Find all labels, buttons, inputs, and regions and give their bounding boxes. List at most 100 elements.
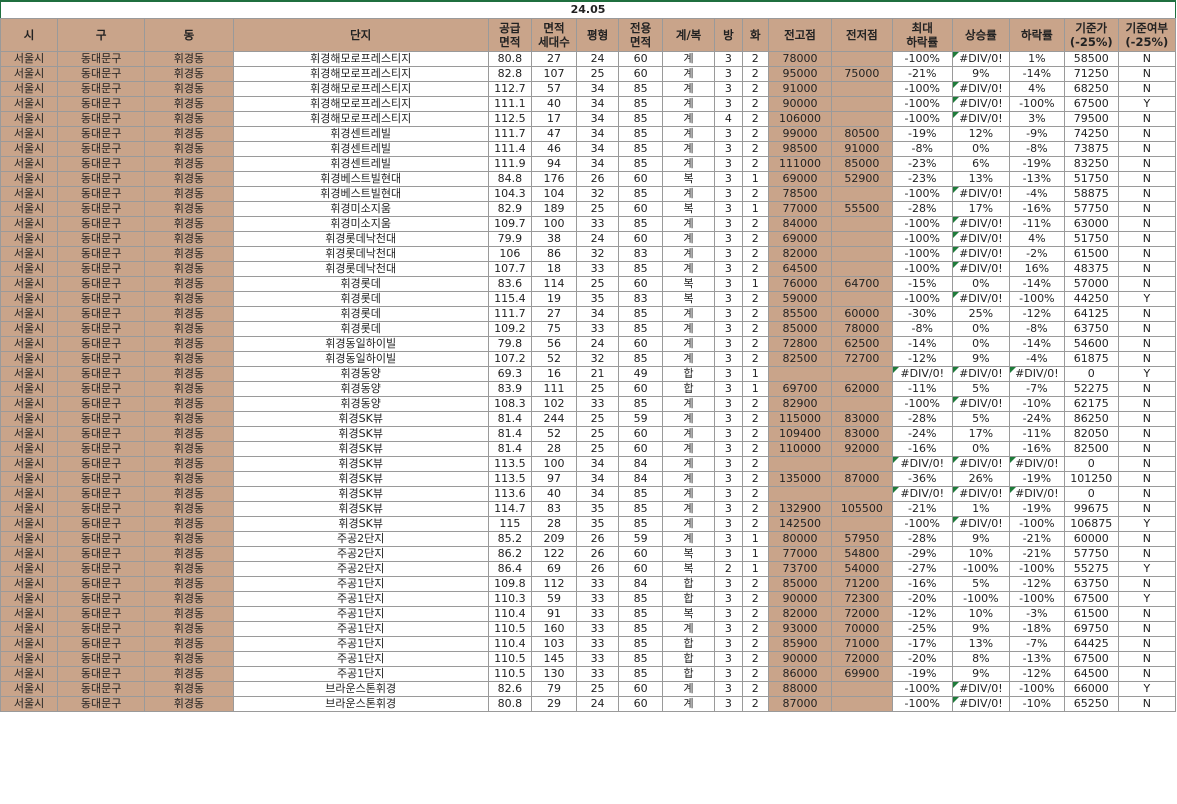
- table-cell[interactable]: 서울시: [0, 306, 59, 322]
- table-cell[interactable]: -13%: [1008, 171, 1065, 187]
- table-cell[interactable]: N: [1117, 156, 1177, 172]
- table-cell[interactable]: 휘경SK뷰: [232, 426, 489, 442]
- table-cell[interactable]: -14%: [891, 336, 953, 352]
- table-cell[interactable]: 98500: [767, 141, 833, 157]
- table-cell[interactable]: 계: [662, 261, 715, 277]
- sheet-title[interactable]: 24.05: [0, 0, 1176, 19]
- table-cell[interactable]: 106: [487, 246, 532, 262]
- table-cell[interactable]: 103: [530, 636, 578, 652]
- table-cell[interactable]: 서울시: [0, 156, 59, 172]
- table-cell[interactable]: [831, 456, 893, 472]
- table-cell[interactable]: 3: [713, 276, 743, 292]
- table-cell[interactable]: N: [1117, 546, 1177, 562]
- table-cell[interactable]: 0: [1063, 366, 1119, 382]
- table-cell[interactable]: [831, 51, 893, 67]
- table-cell[interactable]: -12%: [891, 606, 953, 622]
- table-cell[interactable]: 3: [713, 216, 743, 232]
- table-cell[interactable]: 서울시: [0, 636, 59, 652]
- table-cell[interactable]: N: [1117, 651, 1177, 667]
- table-cell[interactable]: 계: [662, 456, 715, 472]
- table-cell[interactable]: 111.7: [487, 306, 532, 322]
- table-cell[interactable]: -16%: [1008, 201, 1065, 217]
- table-cell[interactable]: -100%: [891, 51, 953, 67]
- table-cell[interactable]: 서울시: [0, 681, 59, 697]
- table-cell[interactable]: -100%: [891, 261, 953, 277]
- table-cell[interactable]: -100%: [951, 561, 1010, 577]
- table-cell[interactable]: 1%: [951, 501, 1010, 517]
- table-cell[interactable]: 휘경동: [144, 381, 234, 397]
- table-cell[interactable]: 54000: [831, 561, 893, 577]
- table-cell[interactable]: 67500: [1063, 651, 1119, 667]
- table-cell[interactable]: -100%: [891, 186, 953, 202]
- table-cell[interactable]: 26: [576, 531, 620, 547]
- table-cell[interactable]: 0%: [951, 321, 1010, 337]
- table-cell[interactable]: 1: [741, 366, 769, 382]
- table-cell[interactable]: 75: [530, 321, 578, 337]
- table-cell[interactable]: 휘경동: [144, 186, 234, 202]
- table-cell[interactable]: 휘경롯데낙천대: [232, 261, 489, 277]
- table-cell[interactable]: 25: [576, 681, 620, 697]
- table-cell[interactable]: 59000: [767, 291, 833, 307]
- table-cell[interactable]: 서울시: [0, 201, 59, 217]
- table-cell[interactable]: 160: [530, 621, 578, 637]
- table-cell[interactable]: 110.5: [487, 651, 532, 667]
- table-cell[interactable]: 동대문구: [57, 501, 146, 517]
- table-cell[interactable]: [831, 396, 893, 412]
- table-cell[interactable]: -2%: [1008, 246, 1065, 262]
- table-cell[interactable]: #DIV/0!: [951, 216, 1010, 232]
- table-cell[interactable]: 3: [713, 441, 743, 457]
- table-cell[interactable]: 28: [530, 441, 578, 457]
- table-cell[interactable]: -100%: [891, 216, 953, 232]
- table-cell[interactable]: 2: [741, 411, 769, 427]
- table-cell[interactable]: 휘경SK뷰: [232, 441, 489, 457]
- table-cell[interactable]: 52900: [831, 171, 893, 187]
- table-cell[interactable]: 57750: [1063, 201, 1119, 217]
- table-cell[interactable]: 16: [530, 366, 578, 382]
- table-cell[interactable]: 계: [662, 141, 715, 157]
- table-cell[interactable]: 34: [576, 111, 620, 127]
- table-cell[interactable]: 계: [662, 246, 715, 262]
- table-cell[interactable]: 34: [576, 96, 620, 112]
- table-cell[interactable]: 계: [662, 516, 715, 532]
- table-cell[interactable]: 63750: [1063, 321, 1119, 337]
- table-cell[interactable]: 휘경동: [144, 366, 234, 382]
- table-cell[interactable]: 휘경동: [144, 651, 234, 667]
- table-cell[interactable]: N: [1117, 456, 1177, 472]
- table-cell[interactable]: 동대문구: [57, 411, 146, 427]
- table-cell[interactable]: 서울시: [0, 321, 59, 337]
- table-cell[interactable]: N: [1117, 411, 1177, 427]
- table-cell[interactable]: 106000: [767, 111, 833, 127]
- table-cell[interactable]: 9%: [951, 621, 1010, 637]
- table-cell[interactable]: #DIV/0!: [951, 186, 1010, 202]
- table-cell[interactable]: 100: [530, 216, 578, 232]
- table-cell[interactable]: 휘경동: [144, 696, 234, 712]
- table-cell[interactable]: 71200: [831, 576, 893, 592]
- table-cell[interactable]: N: [1117, 201, 1177, 217]
- table-cell[interactable]: 112.5: [487, 111, 532, 127]
- table-cell[interactable]: -8%: [1008, 321, 1065, 337]
- table-cell[interactable]: 휘경롯데낙천대: [232, 246, 489, 262]
- table-cell[interactable]: 109.7: [487, 216, 532, 232]
- table-cell[interactable]: 27: [530, 51, 578, 67]
- table-cell[interactable]: 33: [576, 216, 620, 232]
- table-cell[interactable]: -21%: [1008, 546, 1065, 562]
- table-cell[interactable]: 28: [530, 516, 578, 532]
- table-cell[interactable]: -20%: [891, 651, 953, 667]
- table-cell[interactable]: 61500: [1063, 246, 1119, 262]
- table-cell[interactable]: 휘경동: [144, 156, 234, 172]
- table-cell[interactable]: 35: [576, 516, 620, 532]
- table-cell[interactable]: 계: [662, 231, 715, 247]
- table-cell[interactable]: 3: [713, 666, 743, 682]
- table-cell[interactable]: 3: [713, 366, 743, 382]
- table-cell[interactable]: 62500: [831, 336, 893, 352]
- table-cell[interactable]: 동대문구: [57, 306, 146, 322]
- table-cell[interactable]: 동대문구: [57, 81, 146, 97]
- table-cell[interactable]: #DIV/0!: [891, 486, 953, 502]
- table-cell[interactable]: 휘경동: [144, 261, 234, 277]
- table-cell[interactable]: 110.5: [487, 666, 532, 682]
- table-cell[interactable]: -21%: [1008, 531, 1065, 547]
- table-cell[interactable]: #DIV/0!: [951, 246, 1010, 262]
- table-cell[interactable]: 24: [576, 336, 620, 352]
- table-cell[interactable]: -36%: [891, 471, 953, 487]
- table-cell[interactable]: 77000: [767, 201, 833, 217]
